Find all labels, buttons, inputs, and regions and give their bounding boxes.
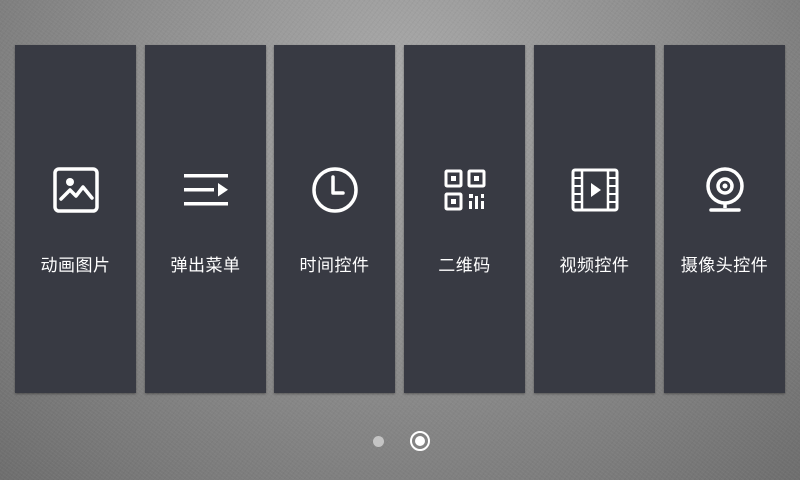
tile-label: 弹出菜单 xyxy=(170,256,241,276)
tile-label: 摄像头控件 xyxy=(680,256,769,276)
menu-icon xyxy=(181,165,231,215)
tile-webcam-control[interactable]: 摄像头控件 xyxy=(664,45,785,393)
tile-video-control[interactable]: 视频控件 xyxy=(534,45,655,393)
tile-popup-menu[interactable]: 弹出菜单 xyxy=(145,45,266,393)
feature-tile-grid: 动画图片 弹出菜单 时间控件 二维码 视频控件 摄像头控件 xyxy=(0,45,800,393)
video-icon xyxy=(570,165,620,215)
tile-label: 视频控件 xyxy=(559,256,630,276)
page-indicator xyxy=(0,430,800,452)
webcam-icon xyxy=(700,165,750,215)
tile-label: 动画图片 xyxy=(40,256,111,276)
tile-label: 时间控件 xyxy=(299,256,370,276)
clock-icon xyxy=(310,165,360,215)
page-dot-1[interactable] xyxy=(373,436,384,447)
tile-qr-code[interactable]: 二维码 xyxy=(404,45,525,393)
page-dot-2-current[interactable] xyxy=(410,431,430,451)
qr-code-icon xyxy=(440,165,490,215)
tile-animated-image[interactable]: 动画图片 xyxy=(15,45,136,393)
tile-time-control[interactable]: 时间控件 xyxy=(274,45,395,393)
image-icon xyxy=(51,165,101,215)
tile-label: 二维码 xyxy=(438,256,491,276)
